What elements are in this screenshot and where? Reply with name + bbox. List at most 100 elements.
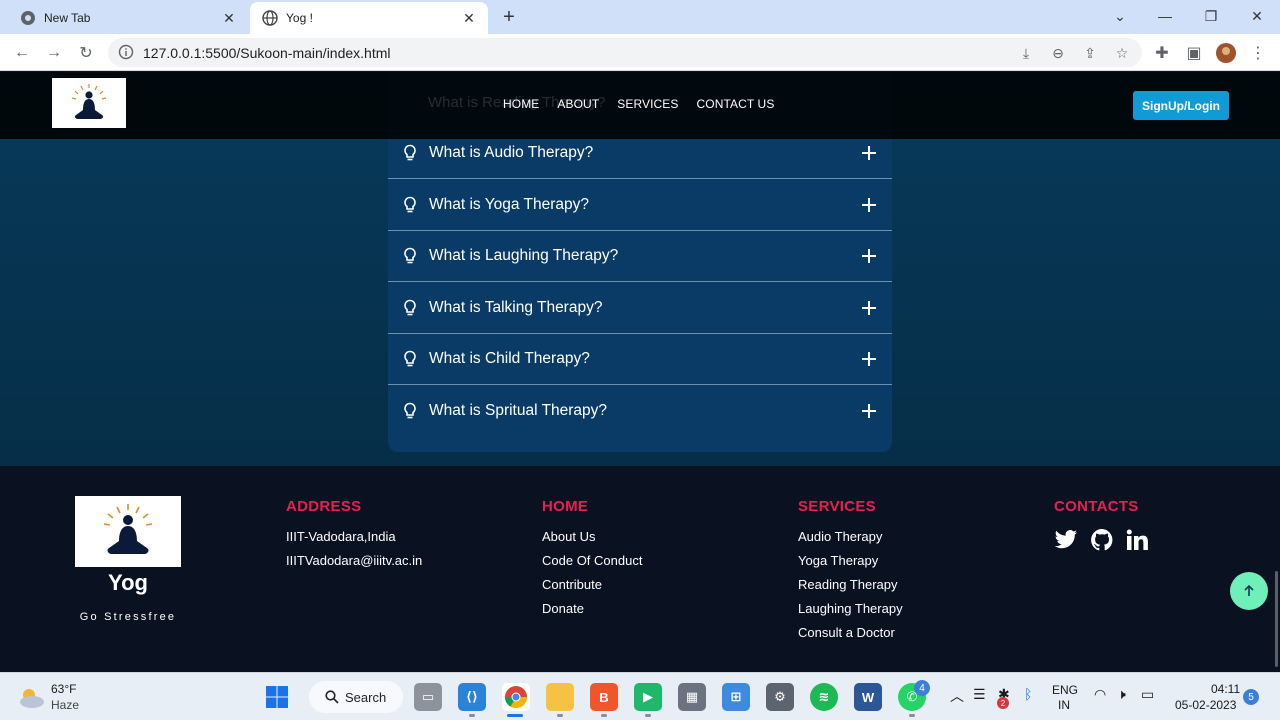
restore-button[interactable]: ❐ xyxy=(1196,3,1226,29)
brave-icon[interactable]: B xyxy=(590,683,618,711)
chrome-app-icon[interactable] xyxy=(502,683,530,711)
faq-item[interactable]: What is Laughing Therapy? xyxy=(388,231,892,282)
globe-icon xyxy=(262,10,278,26)
plus-icon[interactable] xyxy=(862,403,876,418)
github-icon[interactable] xyxy=(1090,528,1114,552)
back-button[interactable]: ← xyxy=(9,40,35,66)
install-icon[interactable]: ⤓ xyxy=(1017,44,1035,62)
close-icon[interactable]: ✕ xyxy=(218,7,240,29)
chevron-up-icon[interactable]: ︿ xyxy=(950,686,964,706)
footer-link[interactable]: Contribute xyxy=(542,576,642,600)
footer-link[interactable]: Audio Therapy xyxy=(798,528,903,552)
chrome-icon xyxy=(20,10,36,26)
footer-link[interactable]: Donate xyxy=(542,600,642,624)
footer-link[interactable]: Reading Therapy xyxy=(798,576,903,600)
footer-link[interactable]: Code Of Conduct xyxy=(542,552,642,576)
lightbulb-icon xyxy=(404,247,416,264)
faq-item[interactable]: What is Child Therapy? xyxy=(388,334,892,385)
footer-logo xyxy=(75,496,181,567)
lightbulb-icon xyxy=(404,402,416,418)
meditation-icon xyxy=(71,84,107,119)
footer-heading: CONTACTS xyxy=(1054,498,1139,515)
calculator-icon[interactable]: ▦ xyxy=(678,683,706,711)
reload-button[interactable]: ↻ xyxy=(73,40,99,66)
faq-item[interactable]: What is Talking Therapy? xyxy=(388,283,892,334)
nav-home-link[interactable]: HOME xyxy=(503,97,539,111)
plus-icon[interactable] xyxy=(862,198,876,212)
extensions-icon[interactable]: ✚ xyxy=(1149,40,1175,66)
battery-icon[interactable]: ▭ xyxy=(1141,686,1154,703)
footer-link[interactable]: About Us xyxy=(542,528,642,552)
tab-new-tab[interactable]: New Tab ✕ xyxy=(8,2,248,34)
faq-item[interactable]: What is Spritual Therapy? xyxy=(388,385,892,436)
volume-muted-icon[interactable]: 🕨 xyxy=(1117,686,1126,703)
email-link[interactable]: IIITVadodara@iiitv.ac.in xyxy=(286,552,422,576)
notification-badge[interactable]: 5 xyxy=(1243,689,1259,705)
settings-gear-icon[interactable]: ⚙ xyxy=(766,683,794,711)
info-icon[interactable] xyxy=(118,44,134,60)
faq-question: What is Audio Therapy? xyxy=(429,144,594,161)
nav-services-link[interactable]: SERVICES xyxy=(617,97,678,111)
faq-question: What is Talking Therapy? xyxy=(429,299,603,316)
tab-yog[interactable]: Yog ! ✕ xyxy=(250,2,488,34)
plus-icon[interactable] xyxy=(862,146,876,160)
linkedin-icon[interactable] xyxy=(1126,529,1148,551)
whatsapp-badge: 4 xyxy=(914,680,930,696)
scrollbar-thumb[interactable] xyxy=(1275,571,1278,667)
vscode-icon[interactable]: ⟨⟩ xyxy=(458,683,486,711)
nav-contact-link[interactable]: CONTACT US xyxy=(697,97,775,111)
url-text: 127.0.0.1:5500/Sukoon-main/index.html xyxy=(143,45,391,61)
weather-cloud-icon[interactable] xyxy=(16,683,46,711)
menu-icon[interactable]: ⋮ xyxy=(1245,40,1271,66)
tab-search-icon[interactable]: ⌄ xyxy=(1105,3,1135,29)
signup-login-button[interactable]: SignUp/Login xyxy=(1133,91,1229,120)
close-window-button[interactable]: ✕ xyxy=(1242,3,1272,29)
arrow-up-icon xyxy=(1244,584,1254,596)
lightbulb-icon xyxy=(404,144,416,161)
footer-link[interactable]: Laughing Therapy xyxy=(798,600,903,624)
address-line: IIIT-Vadodara,India xyxy=(286,529,396,544)
wifi-icon[interactable]: ◠ xyxy=(1094,686,1106,703)
nav-about-link[interactable]: ABOUT xyxy=(557,97,599,111)
tray-icon[interactable]: ☰ xyxy=(973,686,986,703)
close-icon[interactable]: ✕ xyxy=(458,7,480,29)
clock-time[interactable]: 04:11 xyxy=(1211,682,1240,696)
language-bottom[interactable]: IN xyxy=(1058,698,1070,712)
plus-icon[interactable] xyxy=(862,249,876,263)
footer-heading: SERVICES xyxy=(798,498,876,515)
footer-link[interactable]: Consult a Doctor xyxy=(798,624,903,648)
faq-item[interactable]: What is Yoga Therapy? xyxy=(388,180,892,231)
address-bar[interactable]: 127.0.0.1:5500/Sukoon-main/index.html ⤓ … xyxy=(108,38,1142,67)
clock-date[interactable]: 05-02-2023 xyxy=(1175,698,1236,712)
profile-avatar[interactable] xyxy=(1213,40,1239,66)
bookmark-star-icon[interactable]: ☆ xyxy=(1113,44,1131,62)
forward-button[interactable]: → xyxy=(41,40,67,66)
taskbar-search[interactable]: Search xyxy=(309,681,403,713)
running-indicator xyxy=(645,714,651,717)
footer-brand: Yog xyxy=(108,570,148,595)
scroll-to-top-button[interactable] xyxy=(1230,572,1268,610)
app-icon[interactable]: ▶ xyxy=(634,683,662,711)
footer-link[interactable]: Yoga Therapy xyxy=(798,552,903,576)
minimize-button[interactable]: — xyxy=(1150,3,1180,29)
meditation-icon xyxy=(103,504,153,554)
bluetooth-icon[interactable]: ᛒ xyxy=(1024,686,1032,702)
store-icon[interactable]: ⊞ xyxy=(722,683,750,711)
plus-icon[interactable] xyxy=(862,352,876,366)
share-icon[interactable]: ⇪ xyxy=(1081,44,1099,62)
site-logo[interactable] xyxy=(52,78,126,128)
active-indicator xyxy=(507,714,523,717)
language-top[interactable]: ENG xyxy=(1052,683,1078,697)
zoom-icon[interactable]: ⊖ xyxy=(1049,44,1067,62)
windows-start-icon[interactable] xyxy=(263,683,291,711)
new-tab-button[interactable]: + xyxy=(497,5,521,29)
task-view-icon[interactable]: ▭ xyxy=(414,683,442,711)
spotify-icon[interactable]: ≋ xyxy=(810,683,838,711)
tab-title: New Tab xyxy=(44,11,91,25)
word-icon[interactable]: W xyxy=(854,683,882,711)
faq-question: What is Child Therapy? xyxy=(429,350,590,367)
twitter-icon[interactable] xyxy=(1054,529,1078,551)
plus-icon[interactable] xyxy=(862,301,876,315)
side-panel-icon[interactable]: ▣ xyxy=(1181,40,1207,66)
file-explorer-icon[interactable] xyxy=(546,683,574,711)
